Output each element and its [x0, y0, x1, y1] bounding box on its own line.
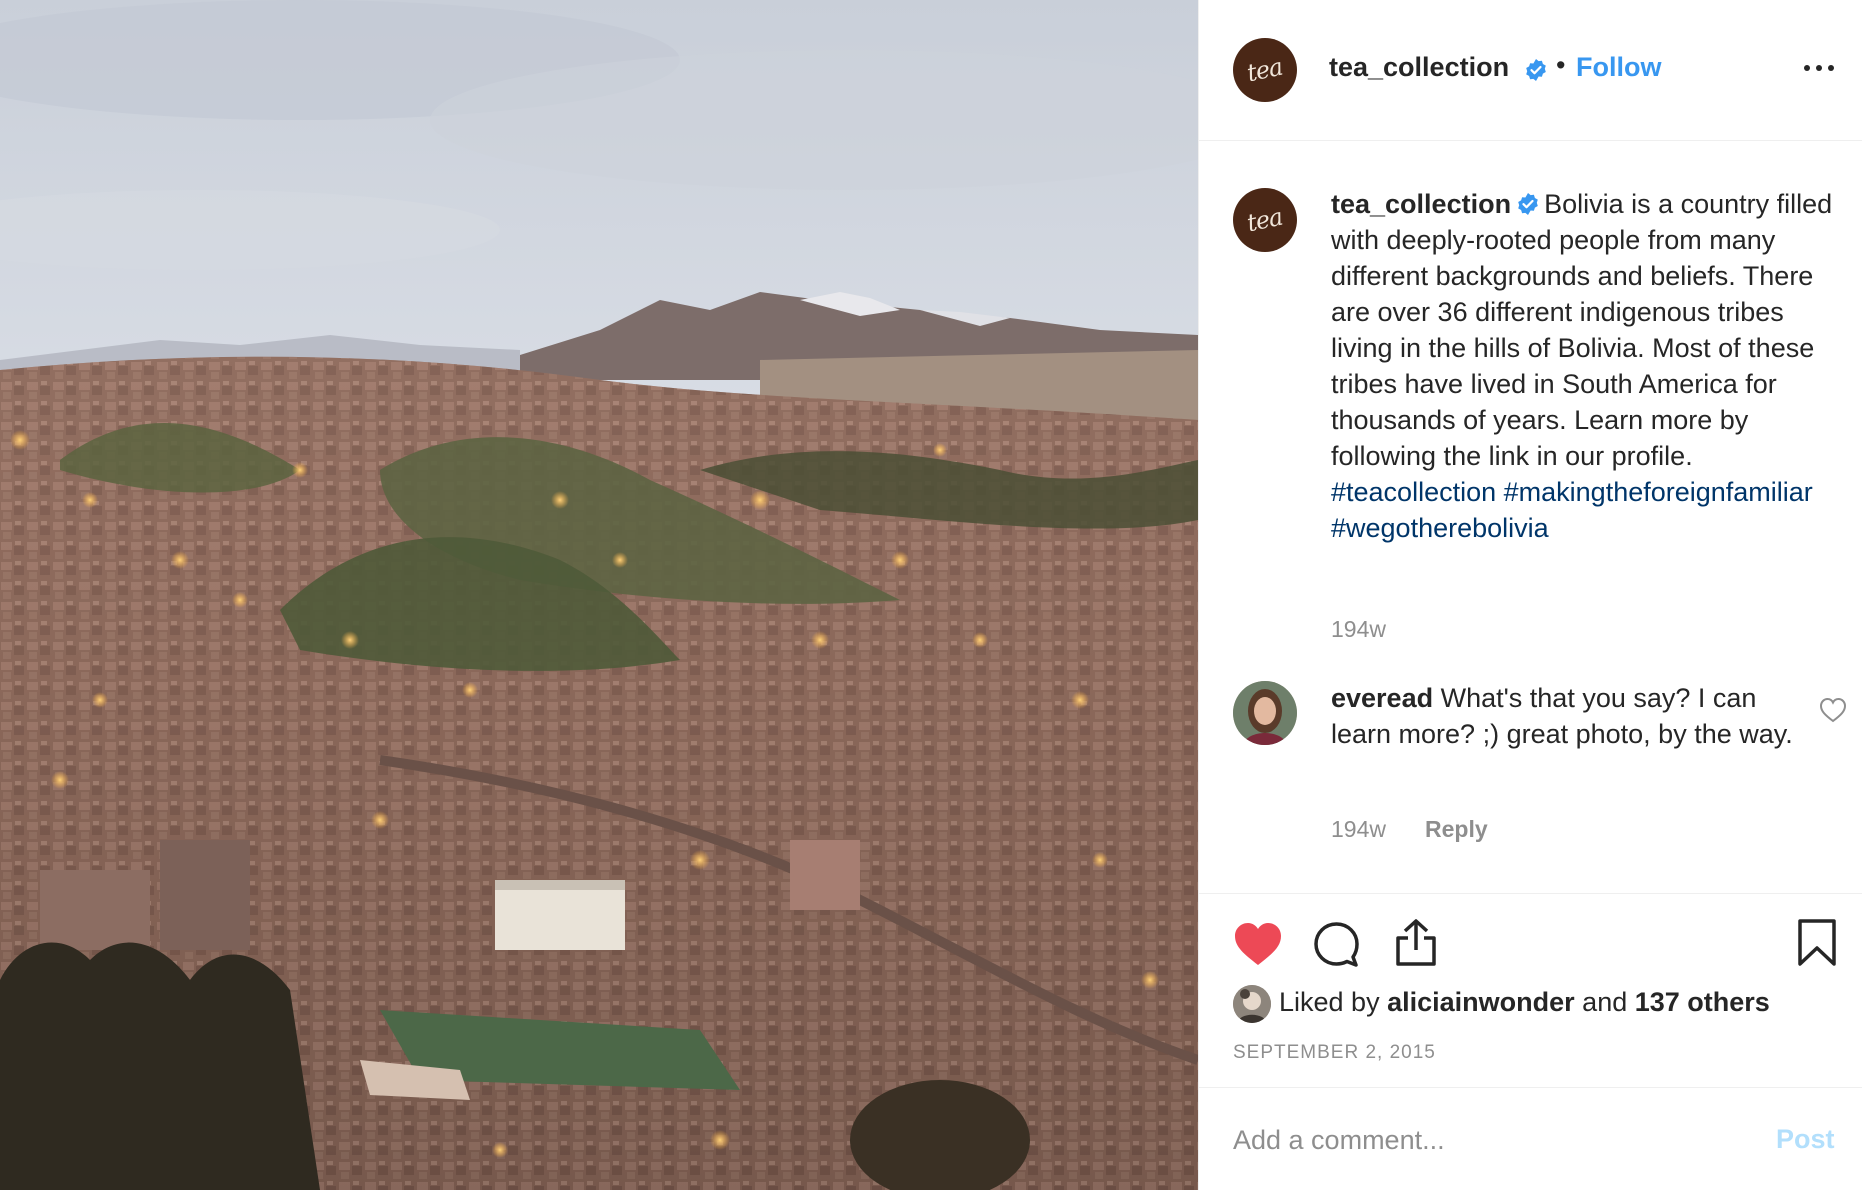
- hashtag-link[interactable]: #wegotherebolivia: [1331, 513, 1549, 543]
- likes-count-link[interactable]: 137 others: [1635, 987, 1770, 1017]
- author-avatar[interactable]: tea: [1233, 38, 1297, 102]
- hashtag-link[interactable]: #teacollection: [1331, 477, 1496, 507]
- author-username[interactable]: tea_collection: [1329, 52, 1509, 83]
- comment: everead What's that you say? I can learn…: [1331, 680, 1801, 752]
- post-header: tea tea_collection • Follow: [1199, 0, 1862, 141]
- caption-text: tea_collection Bolivia is a country fill…: [1331, 186, 1841, 546]
- post-photo-scene: [0, 0, 1198, 1190]
- comment-time[interactable]: 194w: [1331, 816, 1386, 843]
- bookmark-icon[interactable]: [1796, 918, 1838, 968]
- comment-icon[interactable]: [1312, 920, 1360, 968]
- more-options-icon[interactable]: [1801, 60, 1837, 76]
- share-icon[interactable]: [1392, 918, 1440, 968]
- liker-avatar[interactable]: [1233, 985, 1271, 1023]
- caption-time[interactable]: 194w: [1331, 616, 1386, 643]
- post-date[interactable]: SEPTEMBER 2, 2015: [1233, 1042, 1436, 1064]
- post-comment-button[interactable]: Post: [1776, 1124, 1835, 1155]
- likes-summary: Liked by aliciainwonder and 137 others: [1279, 987, 1770, 1018]
- post-side-panel: tea tea_collection • Follow tea tea_coll…: [1198, 0, 1862, 1190]
- caption-avatar-text: tea: [1244, 202, 1286, 238]
- comment-input[interactable]: [1233, 1120, 1713, 1160]
- likes-joiner: and: [1582, 987, 1628, 1017]
- heart-filled-icon[interactable]: [1233, 921, 1283, 967]
- verified-badge-icon: [1526, 59, 1546, 81]
- hashtag-link[interactable]: #makingtheforeignfamiliar: [1504, 477, 1813, 507]
- post-photo[interactable]: [0, 0, 1198, 1190]
- header-separator: •: [1556, 50, 1566, 80]
- caption-author-avatar[interactable]: tea: [1233, 188, 1297, 252]
- verified-badge-icon: [1518, 193, 1538, 215]
- commenter-avatar[interactable]: [1233, 681, 1297, 745]
- caption-username[interactable]: tea_collection: [1331, 189, 1511, 219]
- author-avatar-text: tea: [1244, 52, 1286, 88]
- caption-body: Bolivia is a country filled with deeply-…: [1331, 189, 1833, 471]
- likes-prefix: Liked by: [1279, 987, 1380, 1017]
- add-comment-bar: Post: [1199, 1087, 1862, 1190]
- liker-avatar-image: [1233, 985, 1271, 1023]
- heart-outline-icon[interactable]: [1819, 697, 1847, 723]
- follow-button[interactable]: Follow: [1576, 52, 1661, 83]
- reply-button[interactable]: Reply: [1425, 816, 1488, 843]
- commenter-avatar-image: [1233, 681, 1297, 745]
- comment-username[interactable]: everead: [1331, 683, 1433, 713]
- first-liker-link[interactable]: aliciainwonder: [1387, 987, 1575, 1017]
